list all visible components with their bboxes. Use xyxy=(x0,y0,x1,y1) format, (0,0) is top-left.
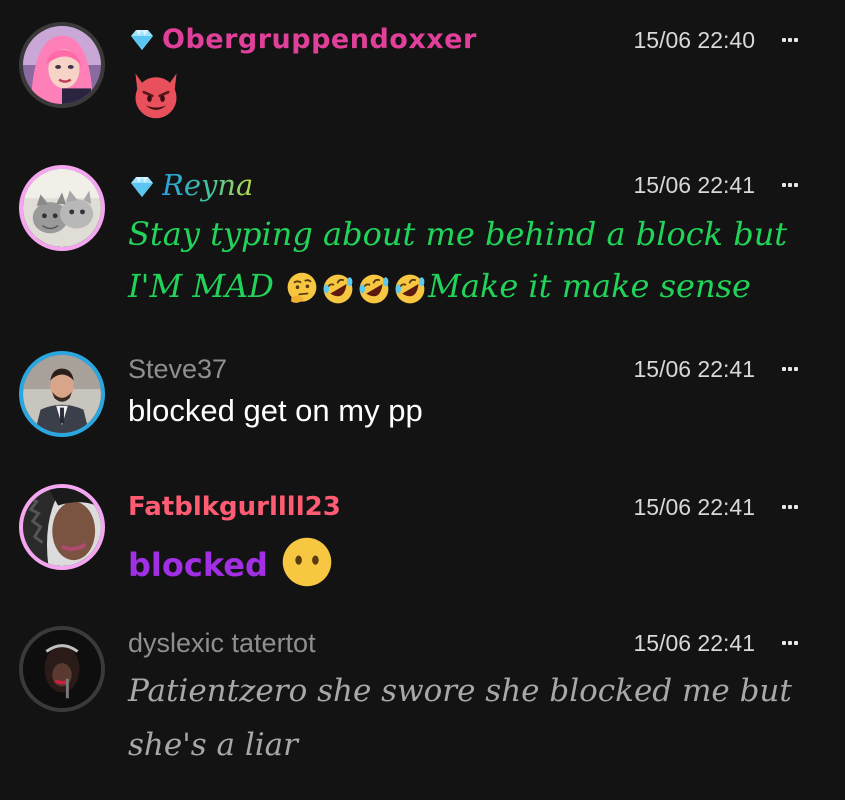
timestamp: 15/06 22:41 xyxy=(633,172,755,198)
timestamp: 15/06 22:40 xyxy=(633,27,755,53)
more-options-button[interactable] xyxy=(775,489,805,525)
dot-icon xyxy=(788,505,792,509)
message-item: Steve37 15/06 22:41 blocked get on my pp xyxy=(0,340,845,470)
timestamp: 15/06 22:41 xyxy=(633,494,755,520)
message-body: Stay typing about me behind a block but … xyxy=(128,208,815,312)
rolling-on-the-floor-laughing-icon xyxy=(392,271,428,307)
message-feed: Obergruppendoxxer 15/06 22:40 Reyna 15/0… xyxy=(0,0,845,800)
message-text-line: she's a liar xyxy=(128,727,298,763)
rolling-on-the-floor-laughing-icon xyxy=(320,271,356,307)
diamond-badge-icon xyxy=(128,25,156,50)
avatar-image xyxy=(23,355,101,433)
message-item: Fatblkgurllll23 15/06 22:41 blocked xyxy=(0,470,845,620)
timestamp: 15/06 22:41 xyxy=(633,356,755,382)
dot-icon xyxy=(788,183,792,187)
dot-icon xyxy=(782,505,786,509)
dot-icon xyxy=(782,641,786,645)
dot-icon xyxy=(794,641,798,645)
avatar[interactable] xyxy=(19,484,105,570)
username-label: Steve37 xyxy=(128,354,228,384)
message-text: blocked get on my pp xyxy=(128,393,423,428)
avatar-image xyxy=(23,169,101,247)
username-label: dyslexic tatertot xyxy=(128,628,316,658)
more-options-button[interactable] xyxy=(775,351,805,387)
timestamp: 15/06 22:41 xyxy=(633,630,755,656)
username[interactable]: Steve37 xyxy=(128,351,227,387)
username[interactable]: Obergruppendoxxer xyxy=(128,22,477,58)
username[interactable]: dyslexic tatertot xyxy=(128,625,316,661)
message-text-line: Patientzero she swore she blocked me but xyxy=(128,673,792,709)
diamond-badge-icon xyxy=(128,170,156,197)
message-text: blocked xyxy=(128,546,268,584)
message-item: Reyna 15/06 22:41 Stay typing about me b… xyxy=(0,150,845,340)
face-without-mouth-icon xyxy=(279,534,335,590)
dot-icon xyxy=(782,367,786,371)
username-label: Reyna xyxy=(162,168,254,202)
dot-icon xyxy=(794,505,798,509)
username-label: Obergruppendoxxer xyxy=(162,24,477,55)
dot-icon xyxy=(788,367,792,371)
dot-icon xyxy=(788,641,792,645)
avatar-image xyxy=(23,26,101,104)
dot-icon xyxy=(782,38,786,42)
avatar-image xyxy=(23,630,101,708)
dot-icon xyxy=(794,183,798,187)
avatar[interactable] xyxy=(19,165,105,251)
username[interactable]: Reyna xyxy=(128,167,253,203)
message-body xyxy=(128,66,815,122)
dot-icon xyxy=(788,38,792,42)
message-item: Obergruppendoxxer 15/06 22:40 xyxy=(0,0,845,150)
username-label: Fatblkgurllll23 xyxy=(128,492,341,522)
rolling-on-the-floor-laughing-icon xyxy=(356,271,392,307)
more-options-button[interactable] xyxy=(775,625,805,661)
smiling-face-with-horns-icon xyxy=(128,66,184,122)
avatar-image xyxy=(23,488,101,566)
thinking-face-icon xyxy=(284,271,320,307)
avatar[interactable] xyxy=(19,626,105,712)
dot-icon xyxy=(794,38,798,42)
message-text-line: Stay typing about me behind a block but xyxy=(128,215,788,253)
avatar[interactable] xyxy=(19,351,105,437)
message-body: Patientzero she swore she blocked me but… xyxy=(128,664,815,772)
username[interactable]: Fatblkgurllll23 xyxy=(128,489,341,525)
message-body: blocked xyxy=(128,534,815,595)
message-item: dyslexic tatertot 15/06 22:41 Patientzer… xyxy=(0,620,845,800)
message-text: Make it make sense xyxy=(428,267,751,305)
dot-icon xyxy=(794,367,798,371)
message-text-line: I'M MAD Make it make sense xyxy=(128,260,815,312)
dot-icon xyxy=(782,183,786,187)
message-text: I'M MAD xyxy=(128,267,274,305)
more-options-button[interactable] xyxy=(775,167,805,203)
avatar[interactable] xyxy=(19,22,105,108)
more-options-button[interactable] xyxy=(775,22,805,58)
message-body: blocked get on my pp xyxy=(128,390,815,432)
